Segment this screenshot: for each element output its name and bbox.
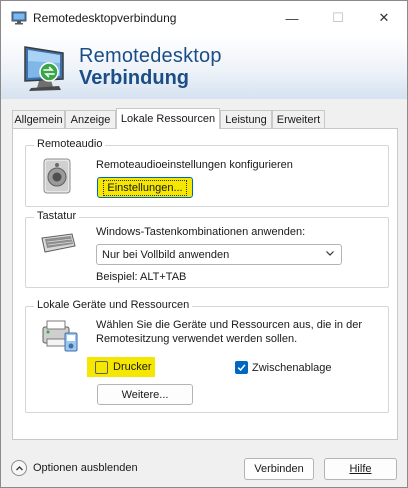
group-lokale-geraete: Lokale Geräte und Ressourcen Wählen Sie … bbox=[25, 299, 389, 413]
audio-description: Remoteaudioeinstellungen konfigurieren bbox=[96, 159, 293, 171]
tab-label: Lokale Ressourcen bbox=[120, 113, 216, 125]
devices-description-line1: Wählen Sie die Geräte und Ressourcen aus… bbox=[96, 319, 362, 331]
keyboard-example: Beispiel: ALT+TAB bbox=[96, 271, 187, 283]
group-legend: Remoteaudio bbox=[34, 138, 106, 150]
tab-label: Anzeige bbox=[70, 113, 111, 126]
clipboard-checkbox-box[interactable] bbox=[235, 361, 248, 374]
group-legend: Tastatur bbox=[34, 210, 80, 222]
app-icon bbox=[11, 11, 27, 25]
tab-label: Erweitert bbox=[276, 113, 321, 126]
tab-anzeige[interactable]: Anzeige bbox=[65, 110, 116, 128]
options-toggle-button[interactable] bbox=[11, 460, 27, 476]
remote-desktop-monitor-icon bbox=[24, 46, 64, 91]
minimize-icon: — bbox=[285, 10, 299, 26]
maximize-icon: ☐ bbox=[332, 10, 344, 25]
printer-checkbox-box[interactable] bbox=[95, 360, 108, 374]
banner: Remotedesktop Verbindung bbox=[1, 35, 407, 99]
banner-title-line2: Verbindung bbox=[79, 67, 189, 89]
banner-title-line1: Remotedesktop bbox=[79, 45, 222, 67]
devices-icon bbox=[42, 320, 78, 352]
group-remoteaudio: Remoteaudio Remoteaudioeinstellungen kon… bbox=[25, 138, 389, 207]
audio-settings-label: Einstellungen... bbox=[103, 179, 187, 196]
help-button-label: Hilfe bbox=[349, 463, 372, 475]
speaker-icon bbox=[43, 158, 71, 194]
tab-label: Leistung bbox=[225, 113, 267, 126]
clipboard-checkbox-label: Zwischenablage bbox=[252, 361, 332, 374]
printer-checkbox[interactable]: Drucker bbox=[87, 357, 155, 377]
group-legend: Lokale Geräte und Ressourcen bbox=[34, 299, 193, 311]
window-title: Remotedesktopverbindung bbox=[33, 11, 177, 25]
maximize-button[interactable]: ☐ bbox=[315, 1, 361, 35]
keyboard-icon bbox=[41, 233, 76, 253]
help-button[interactable]: Hilfe bbox=[324, 458, 397, 480]
title-bar[interactable]: Remotedesktopverbindung — ☐ ✕ bbox=[1, 1, 407, 35]
tab-lokale-ressourcen[interactable]: Lokale Ressourcen bbox=[116, 108, 220, 129]
devices-description-line2: Remotesitzung verwendet werden sollen. bbox=[96, 333, 298, 345]
tab-allgemein[interactable]: Allgemein bbox=[12, 110, 65, 128]
more-devices-button[interactable]: Weitere... bbox=[97, 384, 193, 405]
more-devices-label: Weitere... bbox=[121, 388, 169, 401]
tab-leistung[interactable]: Leistung bbox=[220, 110, 272, 128]
checkmark-icon bbox=[237, 364, 246, 372]
audio-settings-button[interactable]: Einstellungen... bbox=[97, 177, 193, 198]
keyboard-shortcuts-select[interactable]: Nur bei Vollbild anwenden bbox=[96, 244, 342, 265]
options-toggle-label[interactable]: Optionen ausblenden bbox=[33, 462, 138, 474]
chevron-down-icon bbox=[326, 251, 334, 256]
connect-button[interactable]: Verbinden bbox=[244, 458, 314, 480]
group-tastatur: Tastatur Windows-Tastenkombinationen anw… bbox=[25, 210, 389, 288]
clipboard-checkbox[interactable]: Zwischenablage bbox=[235, 361, 332, 374]
tab-panel-lokale-ressourcen: Remoteaudio Remoteaudioeinstellungen kon… bbox=[12, 128, 398, 440]
close-icon: ✕ bbox=[378, 10, 390, 25]
keyboard-shortcuts-value: Nur bei Vollbild anwenden bbox=[102, 249, 230, 261]
tab-label: Allgemein bbox=[14, 113, 63, 126]
keyboard-description: Windows-Tastenkombinationen anwenden: bbox=[96, 226, 306, 238]
chevron-up-icon bbox=[15, 465, 23, 470]
close-button[interactable]: ✕ bbox=[361, 1, 407, 35]
rdp-window: Remotedesktopverbindung — ☐ ✕ Remotedesk… bbox=[0, 0, 408, 488]
tab-erweitert[interactable]: Erweitert bbox=[272, 110, 325, 128]
printer-checkbox-label: Drucker bbox=[113, 361, 152, 373]
connect-button-label: Verbinden bbox=[254, 463, 304, 475]
minimize-button[interactable]: — bbox=[269, 1, 315, 35]
